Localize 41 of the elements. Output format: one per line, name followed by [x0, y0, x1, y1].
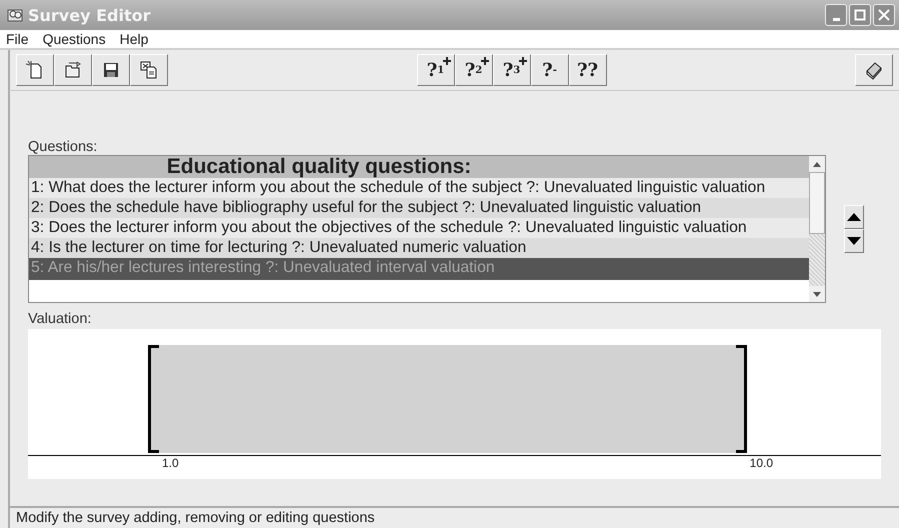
axis-label: 10.0	[750, 456, 773, 470]
axis-label: 1.0	[162, 456, 179, 470]
maximize-button[interactable]	[849, 4, 871, 26]
open-folder-button[interactable]	[54, 54, 92, 86]
status-bar: Modify the survey adding, removing or editing questions	[8, 506, 899, 528]
up-arrow-icon	[847, 213, 861, 221]
new-file-button[interactable]	[16, 54, 54, 86]
plus-icon	[518, 57, 526, 65]
plus-icon	[480, 57, 488, 65]
question-item[interactable]: 1: What does the lecturer inform you about the schedule of the subject ?: Unevaluated linguistic valuation	[29, 178, 809, 198]
plus-icon	[442, 57, 450, 65]
close-button[interactable]	[873, 4, 895, 26]
document-icon	[139, 60, 159, 80]
export-button[interactable]	[130, 54, 168, 86]
book-button[interactable]	[855, 54, 893, 86]
scroll-down-icon	[813, 292, 821, 296]
question-item[interactable]: 2: Does the schedule have bibliography useful for the subject ?: Unevaluated linguistic valuation	[29, 198, 809, 218]
scrollbar[interactable]	[809, 156, 825, 302]
list-heading: Educational quality questions:	[29, 156, 809, 178]
move-down-button[interactable]	[844, 229, 864, 253]
save-icon	[101, 60, 121, 80]
open-folder-icon	[63, 60, 83, 80]
scroll-up-icon	[813, 162, 821, 166]
minimize-button[interactable]	[825, 4, 847, 26]
menu-item[interactable]: File	[6, 31, 29, 47]
menu-item[interactable]: Help	[120, 31, 148, 47]
question-item[interactable]: 4: Is the lecturer on time for lecturing ?: Unevaluated numeric valuation	[29, 238, 809, 258]
maximize-icon	[854, 9, 866, 21]
close-icon	[878, 9, 890, 21]
questions-label: Questions:	[28, 139, 98, 155]
minimize-icon	[832, 18, 840, 20]
book-icon	[864, 60, 884, 80]
remove-question-button[interactable]: ?$^{-}$	[530, 54, 568, 86]
question-item[interactable]: 3: Does the lecturer inform you about the objectives of the schedule ?: Unevaluated linguistic valuation	[29, 218, 809, 238]
move-up-button[interactable]	[844, 205, 864, 229]
replace-question-button[interactable]: ??	[568, 54, 606, 86]
down-arrow-icon	[847, 237, 861, 245]
save-button[interactable]	[92, 54, 130, 86]
valuation-label: Valuation:	[28, 311, 92, 327]
menu-item[interactable]: Questions	[42, 31, 106, 47]
window-title: Survey Editor	[28, 6, 152, 24]
